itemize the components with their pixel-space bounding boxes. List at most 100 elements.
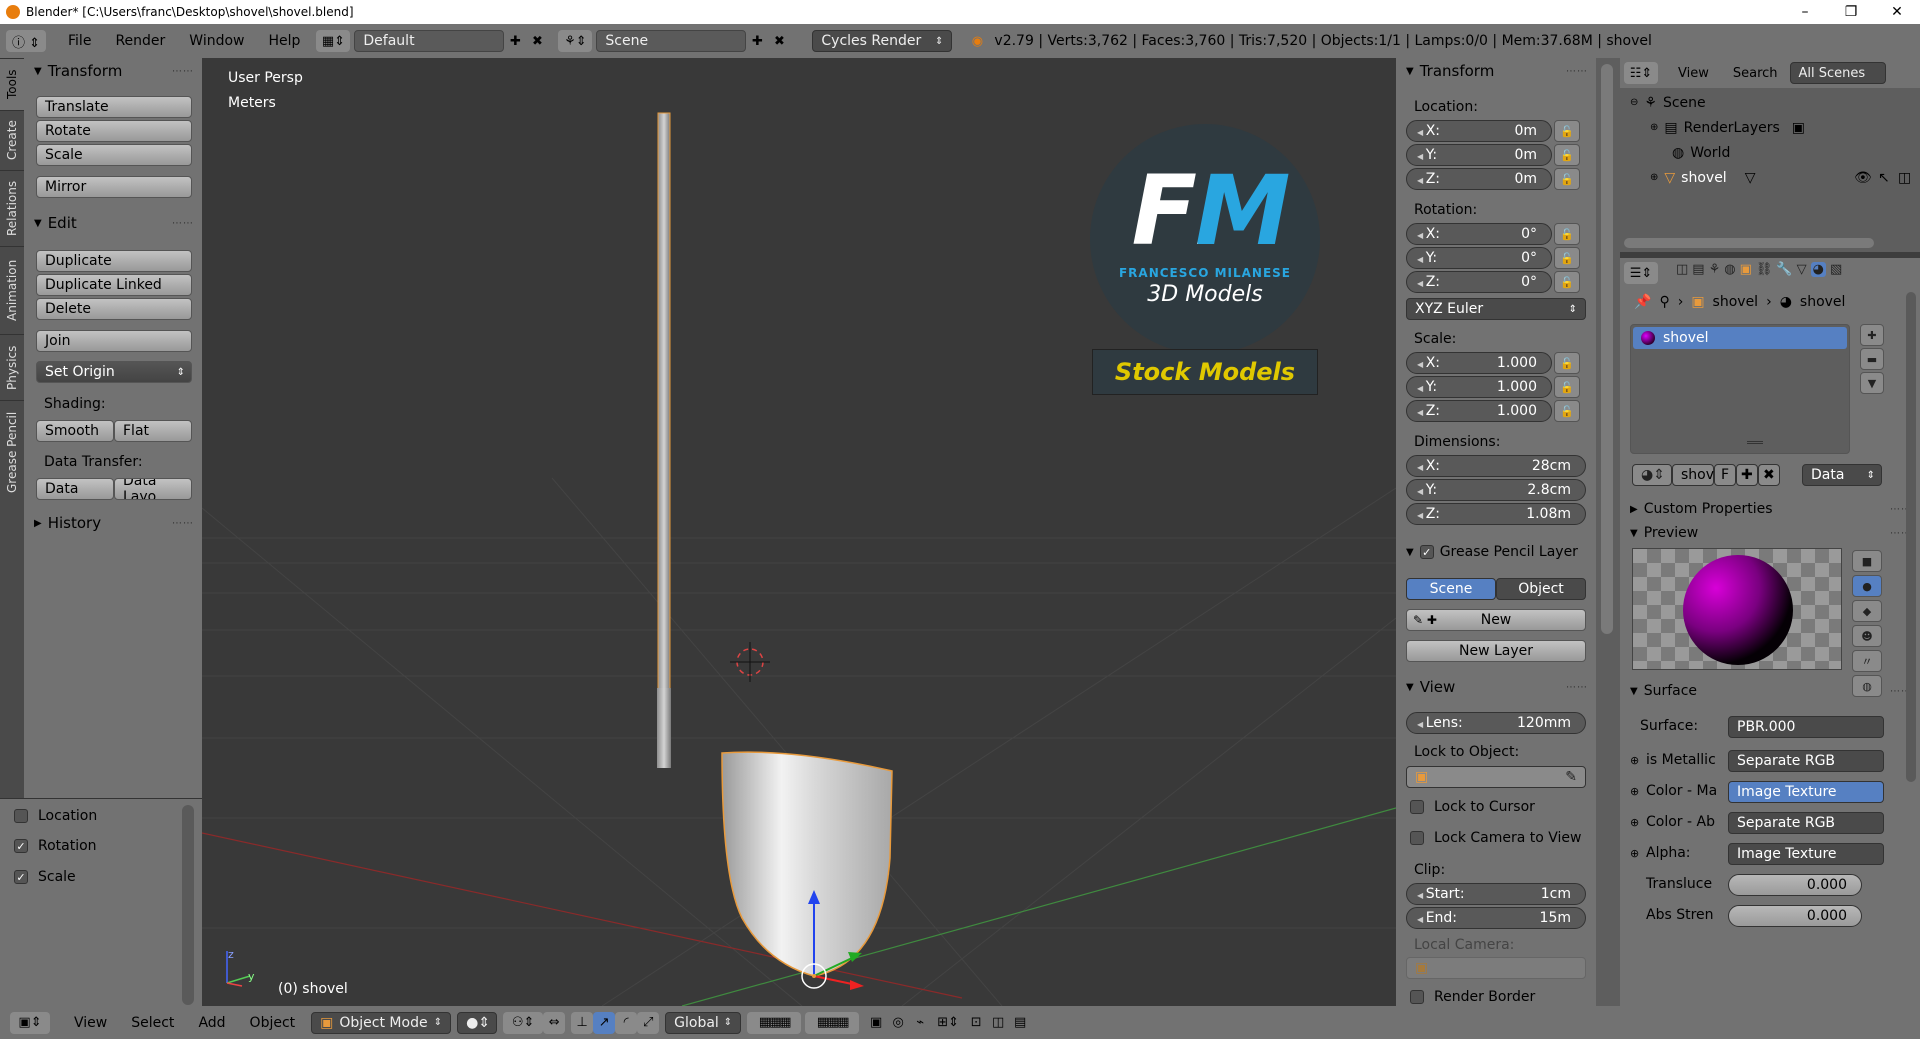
rotation-mode-dropdown[interactable]: XYZ Euler ⇕	[1406, 298, 1586, 320]
layers-block-1-icon[interactable]: ▦▦▦	[747, 1011, 802, 1034]
location-y-field[interactable]: ◀ Y: 0m	[1406, 144, 1552, 166]
duplicate-linked-button[interactable]: Duplicate Linked	[36, 274, 192, 296]
material-tab-icon[interactable]: ◕	[1810, 262, 1826, 277]
preview-monkey-icon[interactable]: ☻	[1852, 625, 1882, 647]
lock-icon[interactable]: 🔓	[1554, 168, 1580, 190]
scene-icon[interactable]: ⚘⇕	[558, 30, 593, 52]
expand-toggle-icon[interactable]: ⊕	[1650, 122, 1658, 133]
lock-icon[interactable]: 🔓	[1554, 400, 1580, 422]
scale-y-field[interactable]: ◀ Y: 1.000	[1406, 376, 1552, 398]
manipulator-axes-icon[interactable]: ⊥	[571, 1011, 594, 1034]
world-tab-icon[interactable]: ◍	[1724, 262, 1735, 277]
location-checkbox[interactable]: Location	[14, 808, 97, 824]
outliner-hscrollbar[interactable]	[1624, 238, 1874, 248]
alpha-input-field[interactable]: Image Texture	[1728, 843, 1884, 865]
add-slot-icon[interactable]: ✚	[1860, 324, 1884, 346]
scale-checkbox[interactable]: ✓ Scale	[14, 869, 76, 885]
join-button[interactable]: Join	[36, 330, 192, 352]
preview-cube-icon[interactable]: ◆	[1852, 600, 1882, 622]
outliner-item-scene[interactable]: ⊖ ⚘ Scene	[1620, 90, 1920, 115]
location-z-field[interactable]: ◀ Z: 0m	[1406, 168, 1552, 190]
data-layout-button[interactable]: Data Layo	[114, 478, 192, 500]
outliner-item-renderlayers[interactable]: ⊕ ▤ RenderLayers ▣	[1620, 115, 1920, 140]
smooth-button[interactable]: Smooth	[36, 420, 114, 442]
grease-pencil-header[interactable]: ▼ ✓ Grease Pencil Layer	[1396, 540, 1596, 564]
dimension-y-field[interactable]: ◀ Y: 2.8cm	[1406, 479, 1586, 501]
color-ab-input-field[interactable]: Separate RGB	[1728, 812, 1884, 834]
drag-handle-icon[interactable]: ⋯⋯	[1566, 66, 1588, 77]
rotation-x-field[interactable]: ◀ X: 0°	[1406, 223, 1552, 245]
maximize-button[interactable]: ❐	[1828, 0, 1874, 24]
unlink-material-icon[interactable]: ✖	[1758, 464, 1780, 486]
rotate-manipulator-icon[interactable]: ◜	[615, 1011, 638, 1034]
scale-z-field[interactable]: ◀ Z: 1.000	[1406, 400, 1552, 422]
scene-field[interactable]: Scene	[596, 30, 747, 52]
snap-target-icon[interactable]: ⊡	[965, 1012, 987, 1034]
opengl-animation-icon[interactable]: ▤	[1009, 1012, 1031, 1034]
data-transfer-button[interactable]: Data	[36, 478, 114, 500]
opengl-render-icon[interactable]: ◫	[987, 1012, 1009, 1034]
lock-camera-checkbox[interactable]: Lock Camera to View	[1410, 830, 1582, 846]
menu-help[interactable]: Help	[256, 33, 312, 49]
list-resize-handle[interactable]	[1747, 441, 1763, 444]
editor-type-3dview-icon[interactable]: ▣⇕	[10, 1011, 50, 1034]
screen-layout-field[interactable]: Default	[354, 30, 505, 52]
transform-orientation-dropdown[interactable]: Global ⇕	[665, 1011, 742, 1034]
3d-viewport[interactable]: z y User Persp Meters (0) shovel FM FRAN…	[202, 58, 1396, 1006]
preview-header[interactable]: ▼ Preview ⋯⋯	[1620, 521, 1920, 545]
grease-new-button[interactable]: ✎ ✚ New	[1406, 609, 1586, 631]
custom-properties-header[interactable]: ▶ Custom Properties ⋯⋯	[1620, 497, 1920, 521]
modifiers-tab-icon[interactable]: 🔧	[1776, 262, 1792, 277]
render-tab-icon[interactable]: ◫	[1676, 262, 1688, 277]
translate-button[interactable]: Translate	[36, 96, 192, 118]
checkmark-icon[interactable]: ✓	[1419, 545, 1434, 559]
scale-x-field[interactable]: ◀ X: 1.000	[1406, 352, 1552, 374]
properties-editor-icon[interactable]: ☰⇕	[1624, 262, 1658, 284]
renderable-camera-icon[interactable]: ◫	[1898, 170, 1911, 186]
new-material-icon[interactable]: ✚	[1736, 464, 1758, 486]
material-name-field[interactable]: shov	[1672, 464, 1714, 486]
pivot-point-icon[interactable]: ⚇⇕	[503, 1011, 544, 1034]
expand-input-icon[interactable]: ⊕	[1630, 847, 1639, 860]
drag-handle-icon[interactable]: ⋯⋯	[172, 218, 194, 229]
selectable-cursor-icon[interactable]: ↖	[1878, 170, 1890, 186]
surface-header[interactable]: ▼ Surface ⋯⋯	[1620, 679, 1920, 703]
scene-tab-icon[interactable]: ⚘	[1709, 262, 1721, 277]
flat-button[interactable]: Flat	[114, 420, 192, 442]
translucency-slider[interactable]: 0.000	[1728, 874, 1862, 896]
drag-handle-icon[interactable]: ⋯⋯	[172, 518, 194, 529]
rotation-y-field[interactable]: ◀ Y: 0°	[1406, 247, 1552, 269]
add-layout-icon[interactable]: ✚	[504, 30, 526, 52]
transform-panel-header[interactable]: ▼ Transform ⋯⋯	[24, 59, 202, 83]
dimension-x-field[interactable]: ◀ X: 28cm	[1406, 455, 1586, 477]
material-slot-item[interactable]: shovel	[1633, 327, 1847, 349]
grease-scene-toggle[interactable]: Scene	[1406, 578, 1496, 600]
object-tab-icon[interactable]: ▣	[1740, 262, 1752, 277]
mirror-button[interactable]: Mirror	[36, 176, 192, 198]
view-panel-header[interactable]: ▼ View ⋯⋯	[1396, 675, 1596, 699]
interaction-mode-dropdown[interactable]: ▣ Object Mode ⇕	[311, 1011, 452, 1034]
rotation-z-field[interactable]: ◀ Z: 0°	[1406, 271, 1552, 293]
lock-layers-icon[interactable]: ▣	[865, 1012, 887, 1034]
menu-render[interactable]: Render	[103, 33, 177, 49]
duplicate-button[interactable]: Duplicate	[36, 250, 192, 272]
manipulator-toggle-icon[interactable]: ⇔	[543, 1011, 566, 1034]
proportional-edit-icon[interactable]: ◎	[887, 1012, 909, 1034]
tab-physics[interactable]: Physics	[0, 334, 24, 400]
browse-material-icon[interactable]: ◕⇕	[1632, 464, 1672, 486]
outliner-filter-dropdown[interactable]: All Scenes	[1789, 62, 1886, 84]
expand-input-icon[interactable]: ⊕	[1630, 754, 1639, 767]
menu-window[interactable]: Window	[177, 33, 256, 49]
tab-animation[interactable]: Animation	[0, 246, 24, 334]
texture-tab-icon[interactable]: ▧	[1830, 262, 1842, 277]
scale-button[interactable]: Scale	[36, 144, 192, 166]
sidebar-scrollbar[interactable]	[1601, 64, 1613, 634]
render-border-checkbox[interactable]: Render Border	[1410, 989, 1535, 1005]
location-x-field[interactable]: ◀ X: 0m	[1406, 120, 1552, 142]
drag-handle-icon[interactable]: ⋯⋯	[172, 66, 194, 77]
local-camera-field[interactable]: ▣	[1406, 957, 1586, 979]
scale-manipulator-icon[interactable]: ⤢	[637, 1011, 660, 1034]
lock-to-cursor-checkbox[interactable]: Lock to Cursor	[1410, 799, 1535, 815]
delete-button[interactable]: Delete	[36, 298, 192, 320]
lock-object-field[interactable]: ▣ ✎	[1406, 766, 1586, 788]
